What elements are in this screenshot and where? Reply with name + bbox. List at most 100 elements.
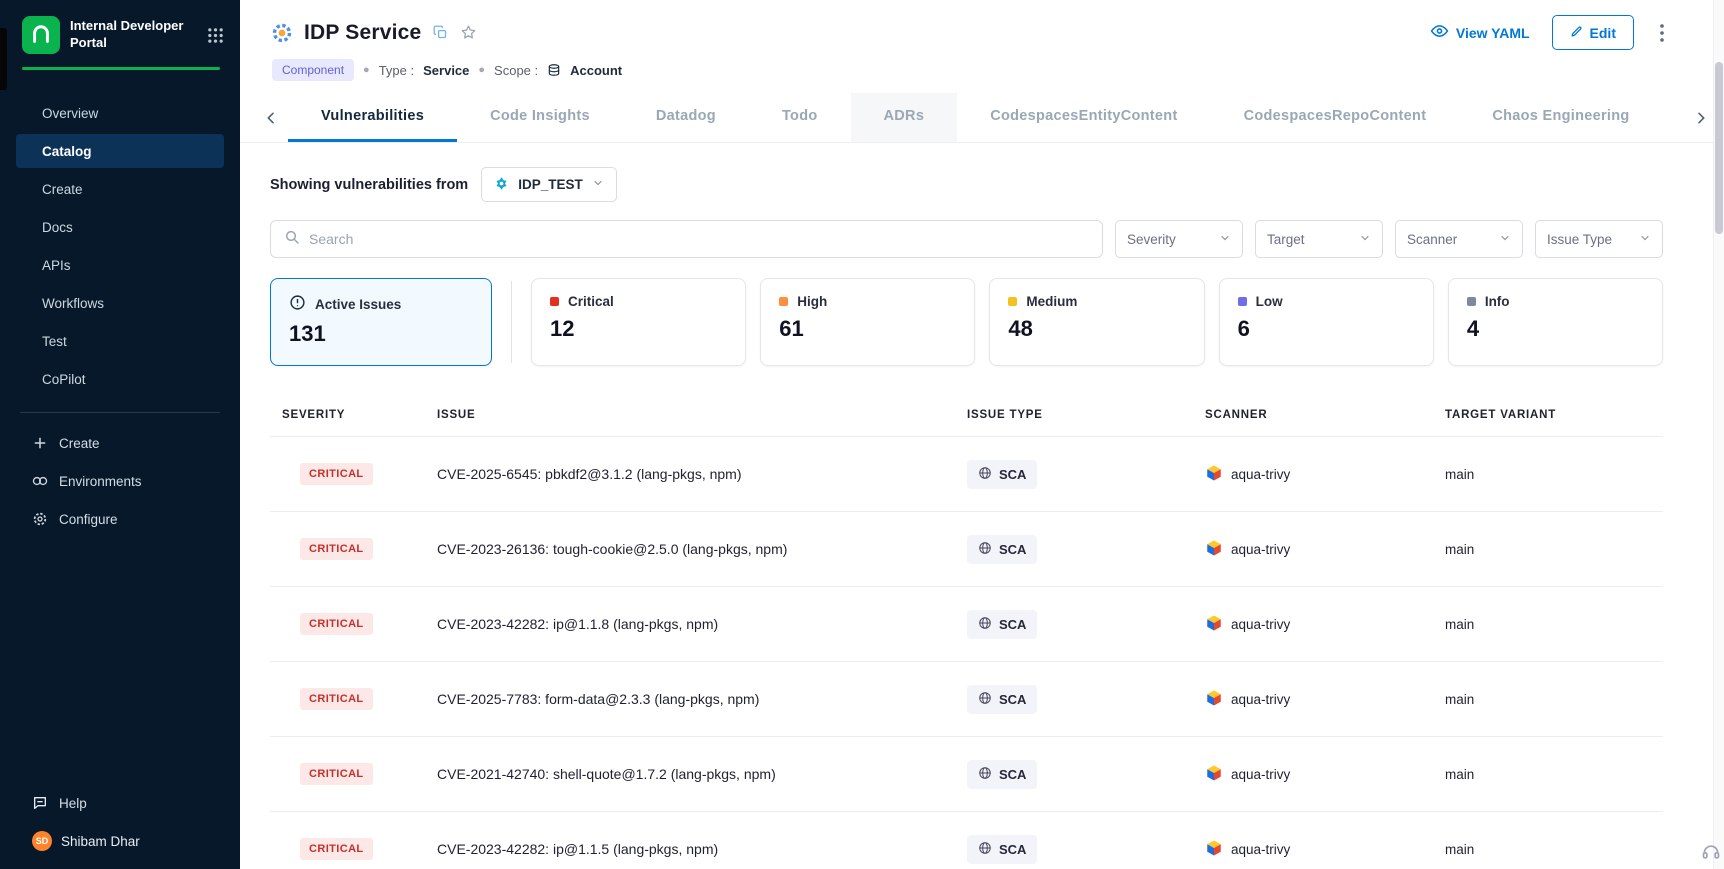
issue-text: CVE-2023-26136: tough-cookie@2.5.0 (lang… (425, 541, 955, 557)
filter-label: Issue Type (1547, 232, 1612, 247)
severity-bullet (1008, 297, 1017, 306)
tabs-scroll-left[interactable] (254, 93, 288, 142)
filter-dropdown[interactable]: Target (1255, 220, 1383, 258)
sidebar-nav-label: Catalog (42, 144, 92, 159)
sidebar-nav-item[interactable]: Catalog (16, 134, 224, 168)
severity-card-label: Info (1485, 294, 1510, 309)
source-dropdown[interactable]: IDP_TEST (481, 167, 617, 202)
sidebar-nav-label: Overview (42, 106, 98, 121)
table-row[interactable]: CRITICAL CVE-2023-42282: ip@1.1.5 (lang-… (270, 812, 1663, 869)
table-row[interactable]: CRITICAL CVE-2023-42282: ip@1.1.8 (lang-… (270, 587, 1663, 662)
tab-label: CodespacesRepoContent (1244, 108, 1427, 124)
chevron-down-icon (592, 177, 604, 192)
scope-value: Account (570, 63, 622, 78)
scanner-label: aqua-trivy (1231, 842, 1290, 857)
search-input[interactable] (309, 231, 1089, 247)
target-variant: main (1433, 692, 1663, 707)
issue-type-label: SCA (999, 467, 1026, 482)
table-row[interactable]: CRITICAL CVE-2021-42740: shell-quote@1.7… (270, 737, 1663, 812)
scanner-cell: aqua-trivy (1193, 539, 1433, 560)
apps-grid-icon[interactable] (207, 27, 224, 44)
severity-card-label: High (797, 294, 827, 309)
table-row[interactable]: CRITICAL CVE-2025-6545: pbkdf2@3.1.2 (la… (270, 437, 1663, 512)
sidebar-nav-item[interactable]: CoPilot (16, 362, 224, 396)
sidebar-nav-item[interactable]: Create (16, 172, 224, 206)
table-row[interactable]: CRITICAL CVE-2023-26136: tough-cookie@2.… (270, 512, 1663, 587)
issue-type-label: SCA (999, 842, 1026, 857)
filter-dropdown[interactable]: Issue Type (1535, 220, 1663, 258)
issue-text: CVE-2025-7783: form-data@2.3.3 (lang-pkg… (425, 691, 955, 707)
support-widget-icon[interactable] (1701, 842, 1721, 867)
sidebar-environments-button[interactable]: Environments (16, 463, 224, 499)
sidebar-nav-item[interactable]: APIs (16, 248, 224, 282)
tab[interactable]: Todo (749, 93, 851, 142)
sidebar-create-label: Create (59, 436, 100, 451)
vertical-scrollbar[interactable] (1713, 0, 1724, 869)
severity-summary-card[interactable]: Low 6 (1219, 278, 1434, 366)
view-yaml-button[interactable]: View YAML (1430, 24, 1530, 41)
edit-button[interactable]: Edit (1552, 15, 1634, 50)
severity-card-count: 6 (1238, 316, 1415, 342)
issue-type-chip: SCA (967, 685, 1037, 714)
severity-badge: CRITICAL (300, 463, 373, 485)
tab[interactable]: CodespacesEntityContent (957, 93, 1210, 142)
tab-label: Code Insights (490, 108, 590, 124)
edit-label: Edit (1590, 25, 1616, 41)
sidebar-bottom: Help SD Shibam Dhar (0, 777, 240, 869)
tab[interactable]: Code Insights (457, 93, 623, 142)
severity-summary-card[interactable]: Info 4 (1448, 278, 1663, 366)
sidebar-nav-label: Workflows (42, 296, 104, 311)
tab[interactable]: CodespacesRepoContent (1211, 93, 1460, 142)
scanner-label: aqua-trivy (1231, 692, 1290, 707)
table-row[interactable]: CRITICAL CVE-2025-7783: form-data@2.3.3 … (270, 662, 1663, 737)
tab[interactable]: Vulnerabilities (288, 93, 457, 142)
type-label: Type : (379, 63, 414, 78)
table-body: CRITICAL CVE-2025-6545: pbkdf2@3.1.2 (la… (270, 437, 1663, 869)
app-window: Internal Developer Portal Overview Catal… (0, 0, 1724, 869)
tab[interactable]: Datadog (623, 93, 749, 142)
issue-type-chip: SCA (967, 760, 1037, 789)
issue-type-label: SCA (999, 542, 1026, 557)
filter-label: Severity (1127, 232, 1176, 247)
scanner-cell: aqua-trivy (1193, 839, 1433, 860)
sidebar-nav-item[interactable]: Workflows (16, 286, 224, 320)
sidebar-nav-item[interactable]: Test (16, 324, 224, 358)
sidebar-create-button[interactable]: Create (16, 425, 224, 461)
plus-icon (32, 436, 48, 450)
portal-logo[interactable] (22, 16, 60, 54)
scanner-cell: aqua-trivy (1193, 764, 1433, 785)
tab[interactable]: Chaos Engineering (1459, 93, 1662, 142)
help-button[interactable]: Help (16, 785, 224, 821)
scanner-label: aqua-trivy (1231, 542, 1290, 557)
filter-dropdown[interactable]: Scanner (1395, 220, 1523, 258)
target-variant: main (1433, 542, 1663, 557)
favorite-star-icon[interactable] (460, 24, 477, 41)
severity-summary-card[interactable]: High 61 (760, 278, 975, 366)
trivy-cube-icon (1205, 614, 1223, 635)
copy-icon[interactable] (433, 25, 448, 40)
tab-label: Datadog (656, 108, 716, 124)
severity-bullet (1467, 297, 1476, 306)
severity-summary-card[interactable]: Critical 12 (531, 278, 746, 366)
sidebar-nav-item[interactable]: Docs (16, 210, 224, 244)
severity-card-label: Critical (568, 294, 614, 309)
table-header: ISSUE TYPE (955, 390, 1193, 436)
severity-summary-card[interactable]: Medium 48 (989, 278, 1204, 366)
active-issues-label: Active Issues (315, 297, 401, 312)
user-menu[interactable]: SD Shibam Dhar (16, 823, 224, 859)
active-issues-card[interactable]: Active Issues 131 (270, 278, 492, 366)
sca-globe-icon (978, 691, 992, 708)
trivy-cube-icon (1205, 464, 1223, 485)
filter-dropdown[interactable]: Severity (1115, 220, 1243, 258)
tab[interactable]: ADRs (851, 93, 958, 142)
target-variant: main (1433, 467, 1663, 482)
entity-title-row: IDP Service View YAML (270, 15, 1668, 50)
tab-label: ADRs (884, 108, 925, 124)
issue-text: CVE-2023-42282: ip@1.1.8 (lang-pkgs, npm… (425, 616, 955, 632)
scope-label: Scope : (494, 63, 538, 78)
sidebar-nav-item[interactable]: Overview (16, 96, 224, 130)
kebab-menu-icon[interactable] (1656, 24, 1668, 42)
scrollbar-thumb[interactable] (1715, 62, 1723, 234)
severity-bullet (550, 297, 559, 306)
sidebar-configure-button[interactable]: Configure (16, 501, 224, 537)
